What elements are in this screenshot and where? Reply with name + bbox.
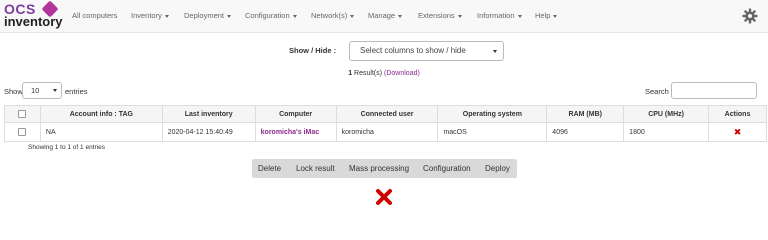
nav-deployment-label: Deployment bbox=[184, 11, 225, 20]
chevron-down-icon bbox=[53, 89, 57, 92]
column-visibility-placeholder: Select columns to show / hide bbox=[360, 46, 466, 55]
select-all-checkbox[interactable] bbox=[18, 110, 27, 118]
column-header-actions: Actions bbox=[708, 105, 767, 123]
gear-icon[interactable] bbox=[742, 8, 758, 24]
column-header-os[interactable]: Operating system bbox=[437, 105, 548, 123]
column-header-last-inventory[interactable]: Last inventory bbox=[161, 105, 256, 123]
column-header-tag[interactable]: Account info : TAG bbox=[39, 105, 163, 123]
nav-networks-label: Network(s) bbox=[311, 11, 348, 20]
cell-computer: koromicha's iMac bbox=[254, 122, 337, 142]
column-header-cpu[interactable]: CPU (MHz) bbox=[623, 105, 710, 123]
table-header-row: Account info : TAG Last inventory Comput… bbox=[4, 105, 767, 123]
delete-button[interactable]: Delete bbox=[258, 159, 281, 178]
mass-action-bar: Delete Lock result Mass processing Confi… bbox=[252, 159, 517, 178]
cell-last-inventory: 2020-04-12 15:40:49 bbox=[161, 122, 256, 142]
nav-extensions-label: Extensions bbox=[418, 11, 455, 20]
top-navbar: OCS inventory All computers Inventory De… bbox=[0, 0, 768, 33]
results-summary: 1 Result(s) (Download) bbox=[0, 70, 768, 77]
entries-per-page-value: 10 bbox=[31, 86, 40, 95]
column-header-computer[interactable]: Computer bbox=[254, 105, 337, 123]
nav-manage-label: Manage bbox=[368, 11, 396, 20]
row-select-cell bbox=[4, 122, 41, 142]
nav-help[interactable]: Help bbox=[535, 0, 558, 33]
configuration-button[interactable]: Configuration bbox=[423, 159, 471, 178]
entries-per-page-select[interactable]: 10 bbox=[22, 82, 62, 99]
nav-extensions[interactable]: Extensions bbox=[418, 0, 462, 33]
cell-actions: ✖ bbox=[708, 122, 767, 142]
nav-manage[interactable]: Manage bbox=[368, 0, 403, 33]
computers-table: Account info : TAG Last inventory Comput… bbox=[4, 105, 767, 142]
cell-os: macOS bbox=[437, 122, 548, 142]
results-text: Result(s) bbox=[354, 70, 383, 77]
nav-networks[interactable]: Network(s) bbox=[311, 0, 355, 33]
column-visibility-select[interactable]: Select columns to show / hide bbox=[349, 41, 504, 61]
results-count: 1 bbox=[348, 70, 353, 77]
chevron-down-icon bbox=[553, 14, 558, 18]
nav-help-label: Help bbox=[535, 11, 551, 20]
nav-configuration-label: Configuration bbox=[245, 11, 290, 20]
table-info: Showing 1 to 1 of 1 entries bbox=[28, 144, 105, 151]
column-header-connected-user[interactable]: Connected user bbox=[335, 105, 439, 123]
nav-all-computers-label: All computers bbox=[72, 11, 118, 20]
close-icon[interactable] bbox=[375, 188, 393, 206]
nav-inventory-label: Inventory bbox=[131, 11, 162, 20]
download-link[interactable]: (Download) bbox=[384, 70, 420, 77]
delete-icon[interactable]: ✖ bbox=[734, 127, 742, 137]
nav-inventory[interactable]: Inventory bbox=[131, 0, 169, 33]
cell-ram: 4096 bbox=[546, 122, 625, 142]
chevron-down-icon bbox=[292, 14, 297, 18]
logo-text-bottom: inventory bbox=[4, 14, 63, 29]
chevron-down-icon bbox=[457, 14, 462, 18]
chevron-down-icon bbox=[398, 14, 403, 18]
chevron-down-icon bbox=[164, 14, 169, 18]
cell-connected-user: koromicha bbox=[335, 122, 439, 142]
chevron-down-icon bbox=[350, 14, 355, 18]
row-checkbox[interactable] bbox=[18, 128, 27, 136]
show-label: Show bbox=[4, 87, 23, 96]
chevron-down-icon bbox=[493, 50, 497, 53]
nav-information-label: Information bbox=[477, 11, 515, 20]
column-header-ram[interactable]: RAM (MB) bbox=[546, 105, 625, 123]
nav-configuration[interactable]: Configuration bbox=[245, 0, 297, 33]
entries-label: entries bbox=[65, 87, 88, 96]
show-hide-label: Show / Hide : bbox=[289, 46, 337, 55]
computer-link[interactable]: koromicha's iMac bbox=[261, 129, 319, 136]
chevron-down-icon bbox=[227, 14, 232, 18]
nav-information[interactable]: Information bbox=[477, 0, 522, 33]
cell-cpu: 1800 bbox=[623, 122, 710, 142]
lock-result-button[interactable]: Lock result bbox=[296, 159, 335, 178]
mass-processing-button[interactable]: Mass processing bbox=[349, 159, 409, 178]
nav-all-computers[interactable]: All computers bbox=[72, 0, 117, 33]
nav-deployment[interactable]: Deployment bbox=[184, 0, 232, 33]
select-all-cell bbox=[4, 105, 41, 123]
search-input[interactable] bbox=[671, 82, 757, 99]
chevron-down-icon bbox=[517, 14, 522, 18]
deploy-button[interactable]: Deploy bbox=[485, 159, 510, 178]
table-row: NA 2020-04-12 15:40:49 koromicha's iMac … bbox=[4, 122, 767, 142]
cell-tag: NA bbox=[39, 122, 163, 142]
search-label: Search : bbox=[645, 87, 673, 96]
ocs-logo[interactable]: OCS inventory bbox=[4, 0, 63, 30]
